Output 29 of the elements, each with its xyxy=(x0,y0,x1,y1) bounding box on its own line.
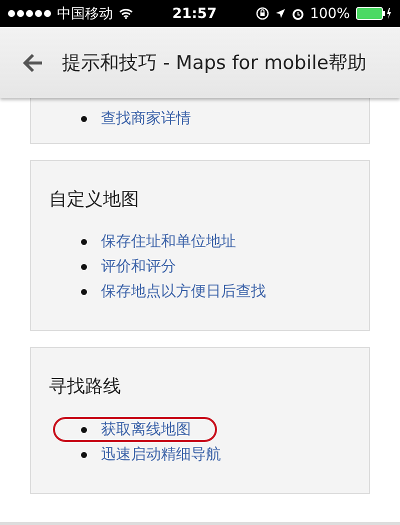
location-arrow-icon xyxy=(274,8,286,19)
help-link[interactable]: 保存地点以方便日后查找 xyxy=(101,282,266,301)
bullet-dot xyxy=(81,116,87,122)
signal-dot xyxy=(26,10,33,17)
bullet-dot xyxy=(81,238,87,244)
battery-percent: 100% xyxy=(310,6,350,22)
back-button[interactable] xyxy=(22,52,44,72)
signal-dot xyxy=(44,10,51,17)
alarm-icon xyxy=(292,8,304,20)
help-link[interactable]: 评价和评分 xyxy=(101,257,176,276)
carrier-name: 中国移动 xyxy=(57,4,113,22)
clock-time: 21:57 xyxy=(172,6,217,22)
page-title: 提示和技巧 - Maps for mobile帮助 xyxy=(62,50,367,76)
help-link[interactable]: 获取离线地图 xyxy=(101,420,191,439)
wifi-icon xyxy=(119,8,133,19)
section-heading: 寻找路线 xyxy=(49,375,122,398)
charging-battery-icon xyxy=(356,7,392,20)
signal-dot xyxy=(35,10,42,17)
help-link[interactable]: 保存住址和单位地址 xyxy=(101,232,236,251)
help-link[interactable]: 查找商家详情 xyxy=(101,109,191,128)
bullet-dot xyxy=(81,426,87,432)
section-heading: 自定义地图 xyxy=(49,188,140,211)
signal-dot xyxy=(17,10,24,17)
bullet-dot xyxy=(81,264,87,270)
rotation-lock-icon xyxy=(256,7,269,20)
help-link[interactable]: 迅速启动精细导航 xyxy=(101,445,221,464)
bullet-dot xyxy=(81,452,87,458)
bullet-dot xyxy=(81,288,87,294)
signal-dot xyxy=(8,10,15,17)
